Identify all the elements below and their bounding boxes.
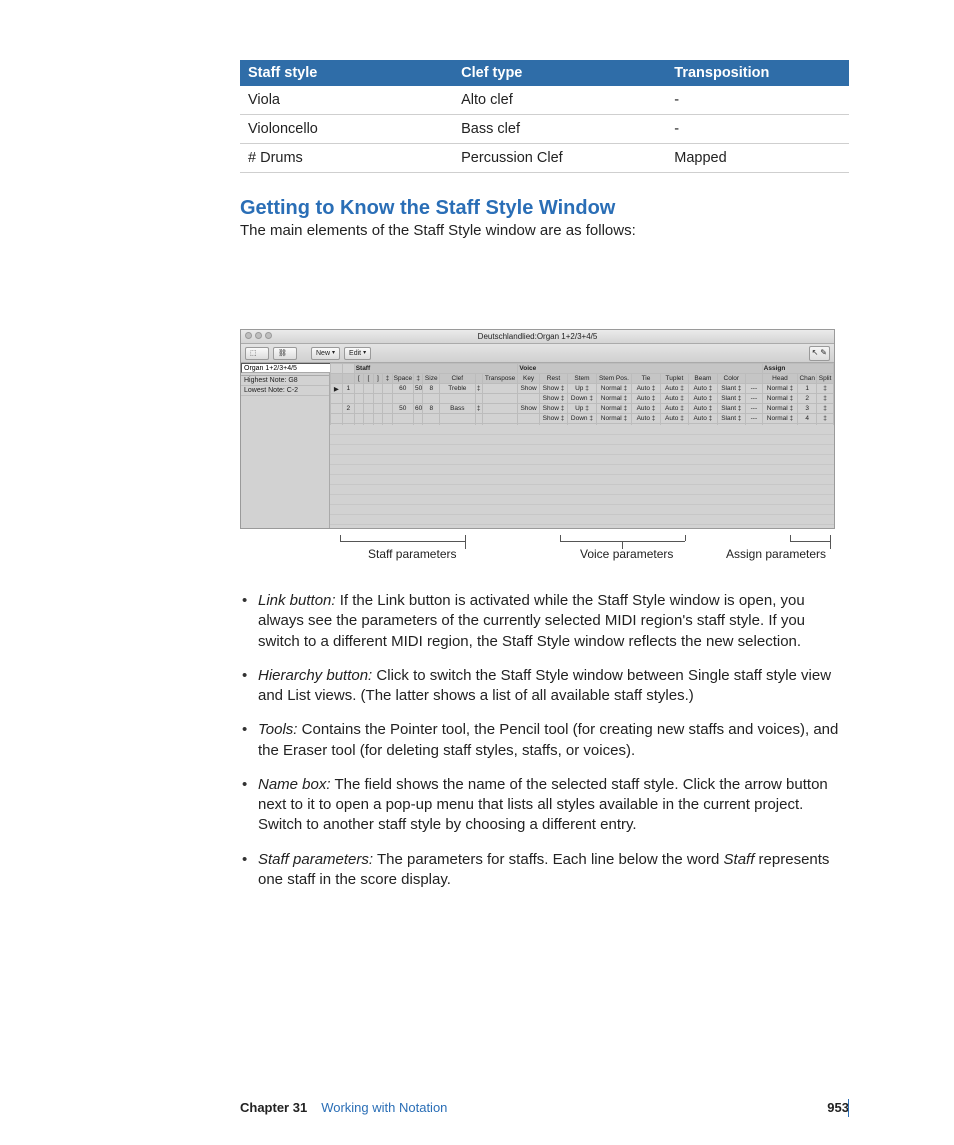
window-titlebar: Deutschlandlied:Organ 1+2/3+4/5 [241,330,834,344]
list-item: Name box: The field shows the name of th… [240,775,849,836]
section-heading: Getting to Know the Staff Style Window [240,197,849,220]
name-box-input[interactable] [241,363,338,373]
sidebar-highest-note: Highest Note: G8 [241,376,329,386]
edit-menu[interactable]: Edit▾ [344,347,371,360]
list-item: Tools: Contains the Pointer tool, the Pe… [240,720,849,761]
link-button[interactable]: ⛓ [273,347,297,360]
new-menu[interactable]: New▾ [311,347,340,360]
staff-style-window: Deutschlandlied:Organ 1+2/3+4/5 ⬚ ⛓ New▾… [240,329,835,529]
sidebar-lowest-note: Lowest Note: C-2 [241,386,329,396]
pencil-tool-icon[interactable]: ✎ [820,349,827,357]
grid-row[interactable]: Show ‡Down ‡Normal ‡Auto ‡Auto ‡Auto ‡Sl… [331,394,834,404]
tools-group[interactable]: ↖ ✎ [809,346,830,361]
th-clef-type: Clef type [453,60,666,86]
table-row: # DrumsPercussion ClefMapped [240,144,849,173]
page-footer: Chapter 31 Working with Notation 953 [240,1100,849,1115]
pointer-tool-icon[interactable]: ↖ [812,349,819,357]
list-item: Hierarchy button: Click to switch the St… [240,666,849,707]
section-intro: The main elements of the Staff Style win… [240,222,849,239]
footer-page-number: 953 [827,1100,849,1115]
footer-title: Working with Notation [321,1100,447,1115]
footer-chapter: Chapter 31 [240,1100,307,1115]
th-staff-style: Staff style [240,60,453,86]
window-toolbar: ⬚ ⛓ New▾ Edit▾ ↖ ✎ [241,344,834,363]
grid-row[interactable]: ▶160508Treble‡ShowShow ‡Up ‡Normal ‡Auto… [331,384,834,394]
label-voice-parameters: Voice parameters [580,547,673,561]
staff-styles-table: Staff style Clef type Transposition Viol… [240,60,849,173]
th-transposition: Transposition [666,60,849,86]
parameters-grid[interactable]: StaffVoiceAssign[[]‡Space‡SizeClefTransp… [330,363,834,528]
grid-row[interactable]: Show ‡Down ‡Normal ‡Auto ‡Auto ‡Auto ‡Sl… [331,414,834,424]
list-item: Link button: If the Link button is activ… [240,591,849,652]
window-title: Deutschlandlied:Organ 1+2/3+4/5 [478,332,598,341]
grid-row[interactable]: 250608Bass‡ShowShow ‡Up ‡Normal ‡Auto ‡A… [331,404,834,414]
hierarchy-button[interactable]: ⬚ [245,347,269,360]
definitions-list: Link button: If the Link button is activ… [240,591,849,890]
table-row: VioloncelloBass clef- [240,115,849,144]
label-staff-parameters: Staff parameters [368,547,457,561]
label-assign-parameters: Assign parameters [726,547,826,561]
traffic-lights [245,332,272,339]
sidebar: ▾ Highest Note: G8 Lowest Note: C-2 [241,363,330,528]
table-row: ViolaAlto clef- [240,86,849,115]
list-item: Staff parameters: The parameters for sta… [240,850,849,891]
staff-style-window-figure: Name box Hierarchy button Link button To… [240,329,835,573]
